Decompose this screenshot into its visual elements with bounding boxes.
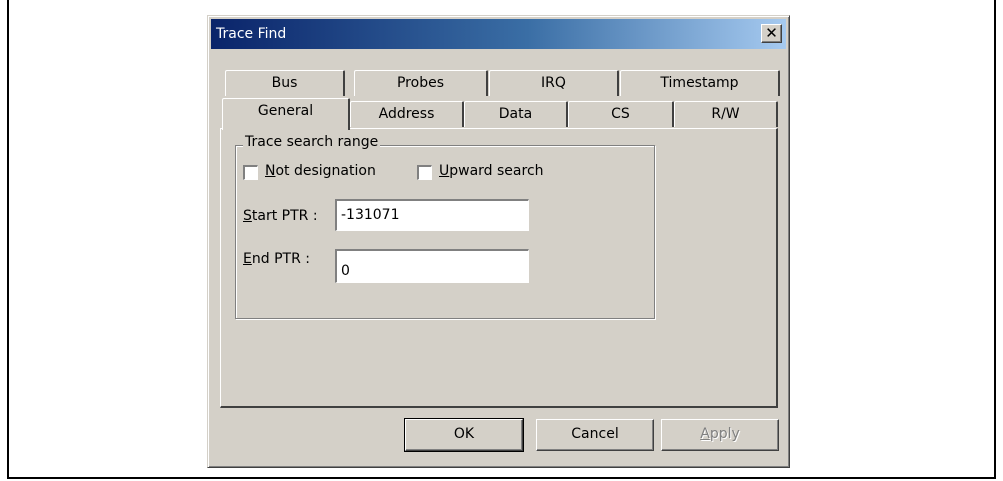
tab-data[interactable]: Data [464,101,568,127]
cancel-button[interactable]: Cancel [536,419,654,451]
tab-label: Data [498,106,533,122]
window-title: Trace Find [216,26,287,42]
general-tab-panel: Trace search range Not designation Upwar… [220,128,778,408]
ok-button[interactable]: OK [404,418,524,452]
not-designation-checkbox[interactable] [243,165,258,180]
tab-label: IRQ [541,75,566,91]
accelerator-key: S [243,208,252,224]
label-text: tart PTR : [251,208,318,224]
not-designation-label[interactable]: Not designation [265,163,376,179]
accelerator-key: N [265,163,276,179]
tab-general[interactable]: General [222,98,350,130]
button-label: pply [709,426,740,442]
label-text: nd PTR : [251,251,310,267]
label-text: pward search [449,163,544,179]
tab-label: Address [378,106,435,122]
tab-label: General [257,103,314,119]
end-ptr-label: End PTR : [243,251,310,267]
tab-label: R/W [711,106,740,122]
tab-label: Timestamp [660,75,739,91]
tab-rw[interactable]: R/W [674,101,778,127]
tab-label: CS [611,106,630,122]
tab-bus[interactable]: Bus [225,70,345,96]
title-bar[interactable]: Trace Find ✕ [211,19,786,49]
end-ptr-input[interactable]: 0 [335,249,529,283]
upward-search-checkbox[interactable] [417,165,432,180]
apply-button[interactable]: Apply [661,419,779,451]
close-icon: ✕ [765,24,778,42]
label-text: ot designation [275,163,376,179]
tab-probes[interactable]: Probes [354,70,488,96]
group-label: Trace search range [243,134,381,150]
close-button[interactable]: ✕ [761,24,782,43]
accelerator-key: A [700,426,710,442]
trace-find-dialog: Trace Find ✕ Bus Probes IRQ Timestamp Ge… [207,15,790,468]
tab-timestamp[interactable]: Timestamp [620,70,780,96]
tab-cs[interactable]: CS [568,101,674,127]
upward-search-label[interactable]: Upward search [439,163,544,179]
tab-address[interactable]: Address [350,101,464,127]
tab-label: Bus [271,75,298,91]
accelerator-key: E [243,251,252,267]
start-ptr-label: Start PTR : [243,208,318,224]
tab-label: Probes [396,75,444,91]
start-ptr-input[interactable]: -131071 [335,199,529,231]
accelerator-key: U [439,163,450,179]
tab-irq[interactable]: IRQ [489,70,619,96]
